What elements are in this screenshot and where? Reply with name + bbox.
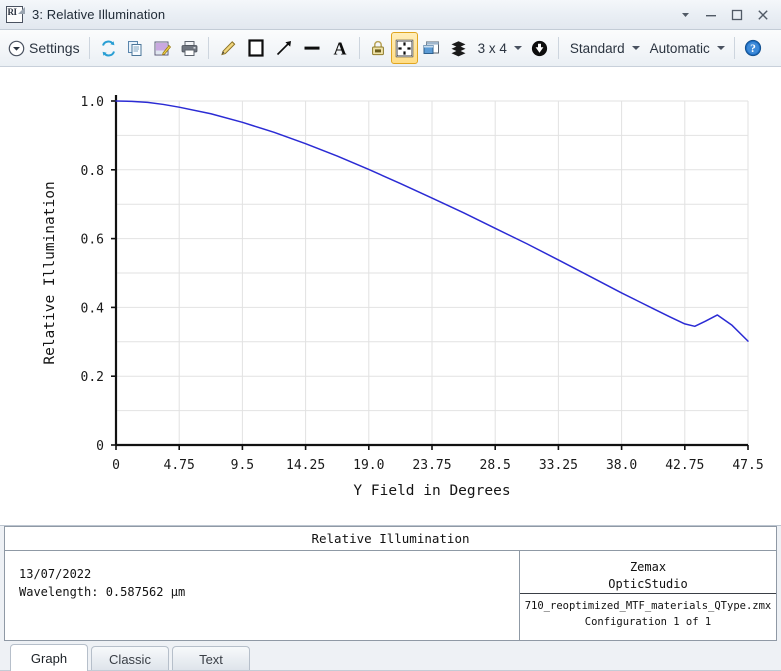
dropdown-arrow-icon[interactable] xyxy=(672,3,698,27)
y-tick-label: 0.8 xyxy=(81,164,104,179)
toolbar-separator xyxy=(558,37,559,59)
x-tick-label: 14.25 xyxy=(286,458,325,473)
text-icon[interactable]: A xyxy=(326,32,354,64)
info-panel: Relative Illumination 13/07/2022 Wavelen… xyxy=(4,526,777,641)
x-tick-label: 47.5 xyxy=(732,458,763,473)
minimize-icon[interactable] xyxy=(698,3,724,27)
brand-line-2: OpticStudio xyxy=(608,576,687,593)
toolbar: Settings xyxy=(0,30,781,67)
x-tick-label: 0 xyxy=(112,458,120,473)
close-icon[interactable] xyxy=(750,3,776,27)
scale-label: Automatic xyxy=(648,41,712,56)
file-name: 710_reoptimized_MTF_materials_QType.zmx xyxy=(525,598,772,614)
file-block: 710_reoptimized_MTF_materials_QType.zmx … xyxy=(520,594,776,640)
ri-document-icon: RI xyxy=(6,6,26,24)
tab-classic-label: Classic xyxy=(109,652,151,667)
window-controls xyxy=(672,0,776,29)
x-tick-label: 4.75 xyxy=(164,458,195,473)
info-right-column: Zemax OpticStudio 710_reoptimized_MTF_ma… xyxy=(520,551,776,640)
lock-icon[interactable] xyxy=(365,32,391,64)
tab-text-label: Text xyxy=(199,652,223,667)
x-tick-label: 19.0 xyxy=(353,458,384,473)
detach-window-icon[interactable] xyxy=(418,32,445,64)
tab-classic[interactable]: Classic xyxy=(91,646,169,671)
chevron-down-circle-icon xyxy=(8,40,25,57)
settings-dropdown-button[interactable]: Settings xyxy=(4,32,84,64)
y-tick-label: 0.4 xyxy=(81,301,105,316)
info-header: Relative Illumination xyxy=(5,527,776,551)
window-title: 3: Relative Illumination xyxy=(32,7,165,22)
maximize-icon[interactable] xyxy=(724,3,750,27)
tab-graph-label: Graph xyxy=(31,651,67,666)
x-tick-label: 33.25 xyxy=(539,458,578,473)
grid-size-label: 3 x 4 xyxy=(476,41,509,56)
brand-block: Zemax OpticStudio xyxy=(520,551,776,594)
y-axis-title: Relative Illumination xyxy=(42,181,58,364)
settings-label: Settings xyxy=(29,40,80,56)
x-tick-label: 42.75 xyxy=(665,458,704,473)
help-icon: ? xyxy=(744,39,762,57)
relative-illumination-window: RI 3: Relative Illumination Setting xyxy=(0,0,781,671)
save-image-icon[interactable] xyxy=(149,32,176,64)
configuration-label: Configuration 1 of 1 xyxy=(585,614,711,630)
toolbar-separator xyxy=(734,37,735,59)
relative-illumination-chart: 0 0.2 0.4 0.6 0.8 1.0 0 4.75 9.5 14.25 19.0 23.75 28… xyxy=(0,67,781,504)
print-icon[interactable] xyxy=(176,32,203,64)
y-tick-label: 1.0 xyxy=(81,95,104,110)
info-date: 13/07/2022 xyxy=(19,565,519,583)
info-body: 13/07/2022 Wavelength: 0.587562 µm Zemax… xyxy=(5,551,776,640)
toolbar-separator xyxy=(208,37,209,59)
x-tick-label: 9.5 xyxy=(231,458,254,473)
tab-graph[interactable]: Graph xyxy=(10,644,88,671)
toolbar-separator xyxy=(359,37,360,59)
view-tabs: Graph Classic Text xyxy=(0,641,781,671)
line-icon[interactable] xyxy=(298,32,326,64)
title-bar: RI 3: Relative Illumination xyxy=(0,0,781,30)
rectangle-icon[interactable] xyxy=(242,32,270,64)
help-button[interactable]: ? xyxy=(740,32,766,64)
fit-window-icon[interactable] xyxy=(391,32,418,64)
copy-icon[interactable] xyxy=(122,32,149,64)
y-tick-label: 0.2 xyxy=(81,370,104,385)
scale-dropdown[interactable]: Automatic xyxy=(644,32,729,64)
chevron-down-icon xyxy=(717,46,725,50)
y-tick-label: 0 xyxy=(96,439,104,454)
info-wavelength: Wavelength: 0.587562 µm xyxy=(19,583,519,601)
x-axis-title: Y Field in Degrees xyxy=(353,483,510,499)
x-tick-label: 28.5 xyxy=(480,458,511,473)
svg-text:A: A xyxy=(333,39,346,59)
style-label: Standard xyxy=(568,41,627,56)
chevron-down-icon xyxy=(514,46,522,50)
y-tick-label: 0.6 xyxy=(81,233,104,248)
tab-text[interactable]: Text xyxy=(172,646,250,671)
target-down-icon[interactable] xyxy=(526,32,553,64)
refresh-icon[interactable] xyxy=(95,32,122,64)
style-dropdown[interactable]: Standard xyxy=(564,32,644,64)
arrow-icon[interactable] xyxy=(270,32,298,64)
info-left-column: 13/07/2022 Wavelength: 0.587562 µm xyxy=(5,551,520,640)
grid-size-dropdown[interactable]: 3 x 4 xyxy=(472,32,526,64)
x-tick-label: 38.0 xyxy=(606,458,637,473)
chevron-down-icon xyxy=(632,46,640,50)
chart-area: 0 0.2 0.4 0.6 0.8 1.0 0 4.75 9.5 14.25 19.0 23.75 28… xyxy=(0,67,781,526)
svg-text:?: ? xyxy=(750,43,756,55)
toolbar-separator xyxy=(89,37,90,59)
x-tick-label: 23.75 xyxy=(412,458,451,473)
pencil-icon[interactable] xyxy=(214,32,242,64)
brand-line-1: Zemax xyxy=(630,559,666,576)
layers-icon[interactable] xyxy=(445,32,472,64)
